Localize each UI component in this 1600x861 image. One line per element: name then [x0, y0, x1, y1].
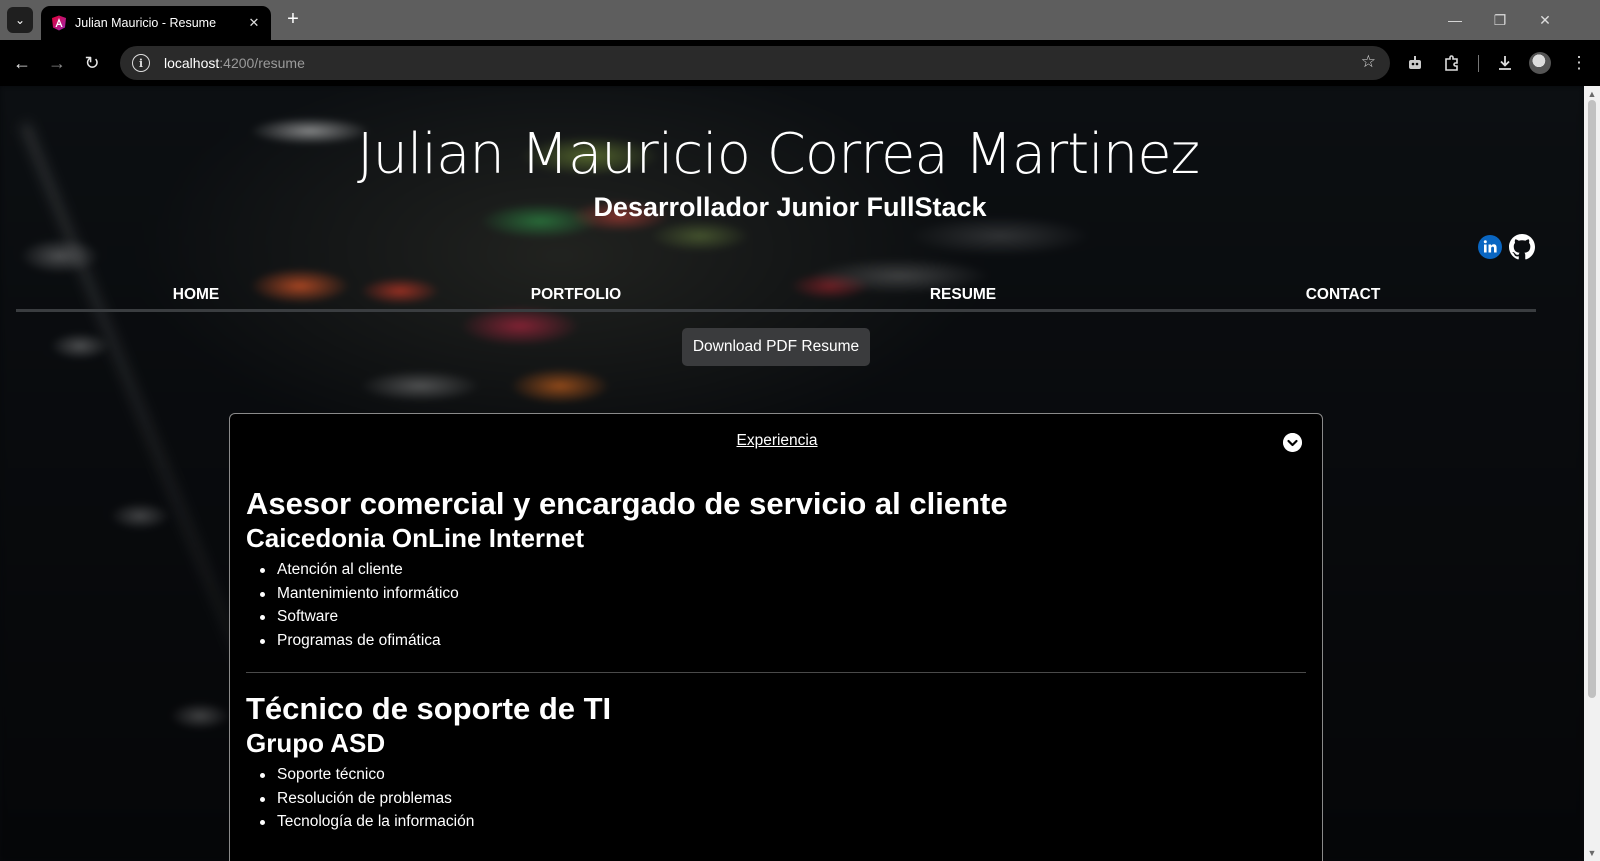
download-pdf-resume-button[interactable]: Download PDF Resume — [682, 328, 870, 366]
scroll-up-arrow-icon[interactable]: ▲ — [1587, 89, 1597, 99]
scroll-down-arrow-icon[interactable]: ▼ — [1587, 848, 1597, 858]
angular-favicon-icon — [52, 15, 66, 31]
extension-robot-icon[interactable] — [1402, 50, 1428, 76]
experience-accordion: Experiencia Asesor comercial y encargado… — [229, 413, 1323, 861]
nav-contact-link[interactable]: CONTACT — [1306, 286, 1381, 304]
main-navbar: HOME PORTFOLIO RESUME CONTACT — [16, 274, 1536, 312]
experience-heading[interactable]: Experiencia — [230, 432, 1324, 450]
list-item: Resolución de problemas — [246, 787, 1306, 811]
linkedin-icon[interactable] — [1477, 234, 1503, 260]
experience-job-1: Asesor comercial y encargado de servicio… — [246, 486, 1306, 653]
forward-arrow-icon[interactable]: → — [45, 51, 69, 75]
profile-avatar[interactable] — [1529, 52, 1551, 74]
download-icon[interactable] — [1492, 50, 1518, 76]
github-icon[interactable] — [1509, 234, 1535, 260]
scrollbar-thumb[interactable] — [1588, 100, 1596, 698]
list-item: Tecnología de la información — [246, 810, 1306, 834]
browser-menu-icon[interactable]: ⋮ — [1566, 50, 1592, 76]
resume-page: Julian Mauricio Correa Martinez Desarrol… — [0, 86, 1584, 861]
nav-home-link[interactable]: HOME — [173, 286, 220, 304]
job-role-subtitle: Desarrollador Junior FullStack — [593, 192, 987, 222]
job-company: Caicedonia OnLine Internet — [246, 523, 585, 553]
url-host: localhost — [164, 55, 220, 71]
browser-toolbar: ← → ↻ i localhost:4200/resume ☆ ⋮ — [0, 40, 1600, 86]
chevron-down-icon[interactable] — [1283, 433, 1302, 452]
job-duties-list: Atención al cliente Mantenimiento inform… — [246, 558, 1306, 653]
browser-titlebar: ⌄ Julian Mauricio - Resume ✕ + — ❐ ✕ — [0, 0, 1600, 40]
list-item: Soporte técnico — [246, 763, 1306, 787]
full-name: Julian Mauricio Correa Martinez — [356, 122, 1200, 187]
extensions-puzzle-icon[interactable] — [1439, 50, 1465, 76]
tab-title: Julian Mauricio - Resume — [75, 16, 217, 30]
page-title: Julian Mauricio Correa Martinez — [0, 122, 1584, 187]
nav-portfolio-link[interactable]: PORTFOLIO — [531, 286, 621, 304]
window-minimize-icon[interactable]: — — [1432, 8, 1478, 32]
list-item: Atención al cliente — [246, 558, 1306, 582]
back-arrow-icon[interactable]: ← — [10, 51, 34, 75]
job-title: Asesor comercial y encargado de servicio… — [246, 486, 1008, 521]
browser-tab-active[interactable]: Julian Mauricio - Resume ✕ — [41, 6, 271, 40]
list-item: Mantenimiento informático — [246, 582, 1306, 606]
experience-job-2: Técnico de soporte de TI Grupo ASD Sopor… — [246, 691, 1306, 834]
nav-resume-link[interactable]: RESUME — [930, 286, 996, 304]
window-restore-icon[interactable]: ❐ — [1477, 8, 1523, 32]
job-title: Técnico de soporte de TI — [246, 691, 612, 726]
tab-search-chevron-icon[interactable]: ⌄ — [7, 7, 33, 33]
new-tab-plus-icon[interactable]: + — [282, 9, 304, 31]
window-close-icon[interactable]: ✕ — [1522, 8, 1568, 32]
bookmark-star-icon[interactable]: ☆ — [1361, 52, 1376, 72]
tab-close-icon[interactable]: ✕ — [245, 15, 263, 31]
job-company: Grupo ASD — [246, 728, 386, 758]
job-duties-list: Soporte técnico Resolución de problemas … — [246, 763, 1306, 834]
address-bar[interactable]: i localhost:4200/resume ☆ — [120, 46, 1390, 80]
list-item: Software — [246, 605, 1306, 629]
url-path: :4200/resume — [219, 55, 305, 71]
list-item: Programas de ofimática — [246, 629, 1306, 653]
site-info-icon[interactable]: i — [132, 54, 150, 72]
toolbar-separator — [1478, 55, 1479, 72]
reload-icon[interactable]: ↻ — [80, 51, 104, 75]
job-divider — [246, 672, 1306, 673]
